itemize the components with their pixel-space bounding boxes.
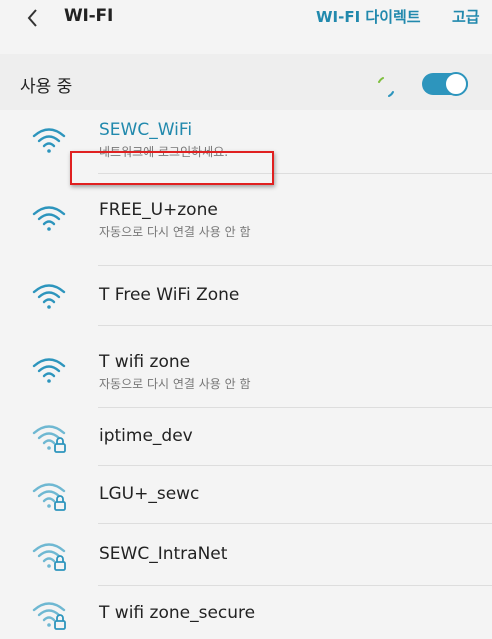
network-row[interactable]: FREE_U+zone 자동으로 다시 연결 사용 안 함 [0, 174, 492, 266]
network-row[interactable]: T Free WiFi Zone [0, 266, 492, 326]
wifi-icon [32, 284, 66, 309]
network-row[interactable]: iptime_dev [0, 408, 492, 466]
wifi-locked-icon [32, 425, 66, 453]
wifi-direct-button[interactable]: WI-FI 다이렉트 [316, 6, 421, 27]
wifi-locked-icon [32, 543, 66, 571]
network-name: T wifi zone_secure [99, 603, 256, 623]
loading-spinner-icon [378, 77, 394, 97]
network-row[interactable]: T wifi zone 자동으로 다시 연결 사용 안 함 [0, 326, 492, 408]
wifi-master-switch-row[interactable]: 사용 중 [0, 54, 492, 110]
back-arrow-icon[interactable] [22, 6, 46, 30]
in-use-label: 사용 중 [20, 77, 73, 97]
network-name: T Free WiFi Zone [99, 285, 240, 305]
network-name: FREE_U+zone [99, 200, 218, 220]
highlight-annotation [70, 151, 274, 185]
wifi-locked-icon [32, 602, 66, 630]
network-list: SEWC_WiFi 네트워크에 로그인하세요. FREE_U+zone 자동으로 다시… [0, 110, 492, 639]
network-row[interactable]: SEWC_IntraNet [0, 524, 492, 586]
network-row[interactable]: T wifi zone_secure [0, 586, 492, 639]
advanced-button[interactable]: 고급 [452, 6, 480, 27]
toggle-knob [444, 72, 468, 96]
network-name: SEWC_WiFi [99, 120, 193, 140]
network-name: SEWC_IntraNet [99, 544, 228, 564]
network-status: 자동으로 다시 연결 사용 안 함 [99, 377, 251, 391]
network-row[interactable]: LGU+_sewc [0, 466, 492, 524]
app-header: WI-FI WI-FI 다이렉트 고급 [0, 0, 492, 38]
network-name: T wifi zone [99, 352, 191, 372]
wifi-icon [32, 206, 66, 231]
wifi-icon [32, 128, 66, 153]
wifi-toggle[interactable] [422, 72, 468, 96]
wifi-icon [32, 358, 66, 383]
network-status: 자동으로 다시 연결 사용 안 함 [99, 225, 251, 239]
wifi-locked-icon [32, 483, 66, 511]
page-title: WI-FI [64, 6, 114, 26]
network-name: iptime_dev [99, 426, 193, 446]
network-name: LGU+_sewc [99, 484, 200, 504]
